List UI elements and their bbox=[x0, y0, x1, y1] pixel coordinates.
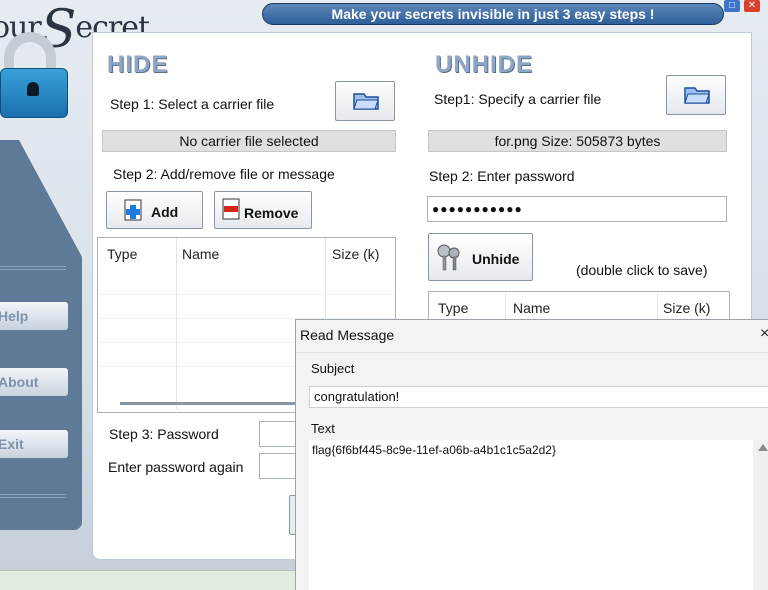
hide-heading: HIDE bbox=[107, 51, 169, 78]
select-carrier-button[interactable] bbox=[335, 81, 395, 121]
add-button-label: Add bbox=[151, 204, 179, 220]
sidebar-item-label: About bbox=[0, 374, 39, 390]
text-label: Text bbox=[311, 421, 335, 436]
dialog-close-icon[interactable]: × bbox=[760, 325, 768, 343]
folder-icon bbox=[684, 87, 710, 104]
table-row bbox=[98, 294, 395, 295]
unhide-carrier-status: for.png Size: 505873 bytes bbox=[428, 130, 727, 152]
padlock-logo bbox=[0, 32, 68, 120]
unhide-button-label: Unhide bbox=[472, 251, 520, 267]
scroll-up-arrow-icon[interactable] bbox=[758, 444, 768, 451]
sidebar-divider bbox=[0, 266, 66, 270]
unhide-step2-label: Step 2: Enter password bbox=[429, 168, 575, 184]
hide-table-header-name[interactable]: Name bbox=[182, 246, 219, 262]
unhide-password-field[interactable]: ●●●●●●●●●●● bbox=[427, 196, 727, 222]
dialog-divider bbox=[296, 352, 768, 353]
folder-icon bbox=[353, 93, 379, 110]
sidebar-item-help[interactable]: Help bbox=[0, 302, 68, 330]
text-scrollbar[interactable] bbox=[753, 440, 768, 590]
remove-button[interactable]: Remove bbox=[214, 191, 312, 229]
password-again-label: Enter password again bbox=[108, 459, 244, 475]
sidebar-item-exit[interactable]: Exit bbox=[0, 430, 68, 458]
horizontal-scrollbar[interactable] bbox=[120, 402, 300, 405]
maximize-icon: □ bbox=[728, 0, 736, 11]
hide-step2-label: Step 2: Add/remove file or message bbox=[113, 166, 335, 182]
message-text-area[interactable]: flag{6f6bf445-8c9e-11ef-a06b-a4b1c1c5a2d… bbox=[309, 440, 753, 590]
remove-file-icon bbox=[222, 198, 240, 220]
maximize-button[interactable]: □ bbox=[724, 0, 740, 12]
keyhole-icon bbox=[27, 82, 39, 96]
subject-label: Subject bbox=[311, 361, 355, 376]
read-message-dialog: Read Message × Subject congratulation! T… bbox=[295, 319, 768, 590]
sidebar-item-about[interactable]: About bbox=[0, 368, 68, 396]
sidebar-divider bbox=[0, 494, 66, 498]
sidebar-item-label: Exit bbox=[0, 436, 24, 452]
tagline-bar: Make your secrets invisible in just 3 ea… bbox=[262, 3, 724, 25]
unhide-heading: UNHIDE bbox=[435, 51, 534, 78]
remove-button-label: Remove bbox=[244, 205, 299, 221]
add-button[interactable]: Add bbox=[106, 191, 203, 229]
close-button[interactable]: ✕ bbox=[744, 0, 760, 12]
specify-carrier-button[interactable] bbox=[666, 75, 726, 115]
hide-table-header-size[interactable]: Size (k) bbox=[332, 246, 379, 262]
keys-icon bbox=[437, 244, 460, 271]
hide-carrier-status: No carrier file selected bbox=[102, 130, 396, 152]
column-divider bbox=[176, 238, 177, 410]
unhide-table-header-size[interactable]: Size (k) bbox=[663, 300, 710, 316]
unhide-step1-label: Step1: Specify a carrier file bbox=[434, 91, 602, 107]
close-icon: ✕ bbox=[747, 0, 757, 11]
hide-step3-label: Step 3: Password bbox=[109, 426, 219, 442]
add-file-icon bbox=[124, 199, 142, 221]
subject-field[interactable]: congratulation! bbox=[309, 386, 768, 408]
dialog-title: Read Message bbox=[300, 327, 395, 343]
unhide-button[interactable]: Unhide bbox=[428, 233, 533, 281]
hide-password-again-field[interactable] bbox=[259, 453, 299, 479]
hide-step1-label: Step 1: Select a carrier file bbox=[110, 96, 275, 112]
unhide-table-header-type[interactable]: Type bbox=[438, 300, 468, 316]
tagline-text: Make your secrets invisible in just 3 ea… bbox=[331, 6, 655, 22]
unhide-table-header-name[interactable]: Name bbox=[513, 300, 550, 316]
hide-password-field[interactable] bbox=[259, 421, 299, 447]
sidebar-item-label: Help bbox=[0, 308, 29, 324]
double-click-hint: (double click to save) bbox=[576, 262, 708, 278]
hide-table-header-type[interactable]: Type bbox=[107, 246, 137, 262]
